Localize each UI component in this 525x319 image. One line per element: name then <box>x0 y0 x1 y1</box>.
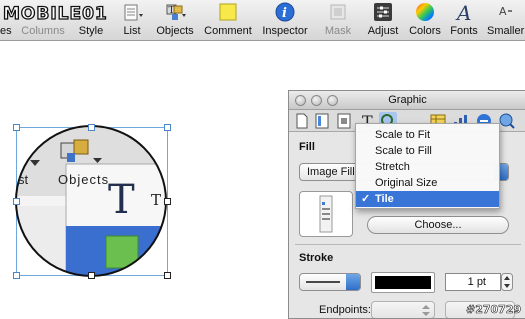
fill-type-value: Image Fill <box>307 166 355 178</box>
layout-tab-icon[interactable] <box>313 112 331 130</box>
magnified-objects-label: Objects <box>58 172 110 187</box>
resize-handle-top-left[interactable] <box>13 124 20 131</box>
menu-item-original-size[interactable]: Original Size <box>356 175 499 191</box>
magnified-list-label: st <box>18 172 29 187</box>
resize-handle-top-right[interactable] <box>164 124 171 131</box>
resize-handle-top-center[interactable] <box>88 124 95 131</box>
menu-item-scale-to-fit[interactable]: Scale to Fit <box>356 127 499 143</box>
stroke-width-stepper[interactable] <box>501 273 513 291</box>
stroke-color-well[interactable] <box>371 272 435 293</box>
updown-arrows-icon <box>422 305 430 316</box>
menu-item-tile[interactable]: ✓ Tile <box>356 191 499 207</box>
stroke-style-popup[interactable] <box>299 273 361 291</box>
resize-handle-bottom-right[interactable] <box>164 272 171 279</box>
watermark-id: #270729 <box>466 303 522 317</box>
image-thumbnail-icon <box>319 195 333 233</box>
svg-text:T: T <box>108 177 135 223</box>
inspector-titlebar[interactable]: Graphic <box>289 91 525 110</box>
resize-handle-bottom-center[interactable] <box>88 272 95 279</box>
menu-item-scale-to-fill[interactable]: Scale to Fill <box>356 143 499 159</box>
wrap-tab-icon[interactable] <box>335 112 353 130</box>
endpoints-label: Endpoints: <box>319 304 371 316</box>
magnified-t-fragment: T <box>151 191 162 209</box>
stroke-style-popup-arrow <box>346 274 360 290</box>
screenshot: { "watermark_logo": "MOBILE01", "toolbar… <box>0 0 525 319</box>
stroke-width-field[interactable]: 1 pt <box>445 273 501 291</box>
stroke-section-title: Stroke <box>299 252 334 264</box>
checkmark-icon: ✓ <box>361 193 371 205</box>
image-mode-menu: Scale to Fit Scale to Fill Stretch Origi… <box>355 123 500 209</box>
start-endpoint-popup[interactable] <box>371 301 435 319</box>
quicktime-tab-icon[interactable] <box>498 112 516 130</box>
inspector-title: Graphic <box>388 94 427 106</box>
resize-handle-middle-left[interactable] <box>13 198 20 205</box>
menu-item-tile-label: Tile <box>375 193 394 205</box>
image-preview-well[interactable] <box>299 191 353 237</box>
choose-image-button[interactable]: Choose... <box>367 216 509 234</box>
document-tab-icon[interactable] <box>293 112 311 130</box>
menu-item-stretch[interactable]: Stretch <box>356 159 499 175</box>
resize-handle-middle-right[interactable] <box>164 198 171 205</box>
resize-handle-bottom-left[interactable] <box>13 272 20 279</box>
stroke-color-swatch <box>375 276 431 289</box>
fill-section-title: Fill <box>299 141 315 153</box>
stroke-line-sample <box>306 281 340 283</box>
section-divider <box>295 244 521 245</box>
